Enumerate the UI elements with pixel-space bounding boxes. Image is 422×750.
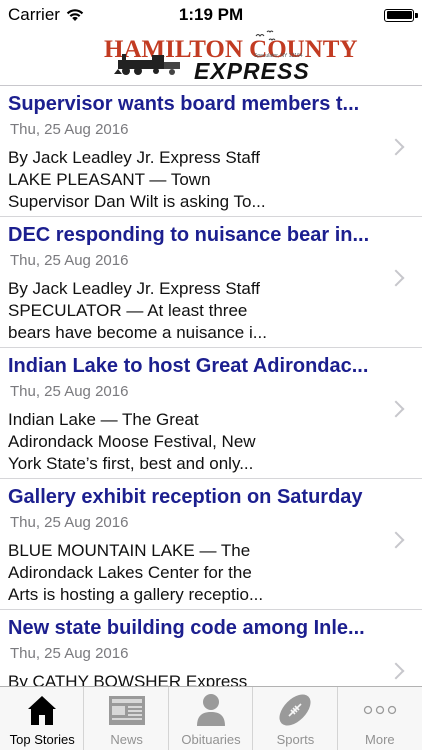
tab-label: Sports (276, 732, 315, 747)
more-dots-icon (360, 692, 400, 728)
article-title: Gallery exhibit reception on Saturday (8, 486, 363, 508)
tab-bar: Top Stories News Obituaries Sports More (0, 686, 422, 750)
summary-line: By CATHY BOWSHER Express (8, 672, 248, 686)
article-title: New state building code among Inle... (8, 617, 365, 639)
hamilton-county-express-logo: HAMILTON COUNTY EXPRESS Speculator, NY 1… (104, 30, 358, 84)
tab-label: Obituaries (181, 732, 241, 747)
tab-news[interactable]: News (84, 687, 169, 750)
tab-sports[interactable]: Sports (253, 687, 338, 750)
tab-label: Top Stories (9, 732, 75, 747)
article-row[interactable]: New state building code among Inle... Th… (0, 610, 422, 686)
train-icon (114, 53, 180, 75)
newspaper-icon (107, 692, 147, 728)
logo-title-bottom: EXPRESS (194, 57, 310, 84)
article-title: Supervisor wants board members t... (8, 93, 360, 115)
article-date: Thu, 25 Aug 2016 (10, 514, 129, 531)
article-row[interactable]: Indian Lake to host Great Adirondac... T… (0, 348, 422, 479)
person-icon (191, 692, 231, 728)
article-row[interactable]: DEC responding to nuisance bear in... Th… (0, 217, 422, 348)
summary-line: York State’s first, best and only... (8, 454, 254, 473)
nav-header: HAMILTON COUNTY EXPRESS Speculator, NY 1… (0, 30, 422, 86)
battery-full-icon (384, 8, 418, 22)
article-summary: Indian Lake — The Great Adirondack Moose… (8, 409, 318, 475)
tab-obituaries[interactable]: Obituaries (169, 687, 254, 750)
logo-subtitle: Speculator, NY 12164 (254, 52, 303, 59)
summary-line: Adirondack Lakes Center for the (8, 563, 252, 582)
summary-line: Adirondack Moose Festival, New (8, 432, 256, 451)
article-title: DEC responding to nuisance bear in... (8, 224, 370, 246)
summary-line: By Jack Leadley Jr. Express Staff (8, 279, 260, 298)
article-summary: BLUE MOUNTAIN LAKE — The Adirondack Lake… (8, 540, 318, 606)
article-list[interactable]: Supervisor wants board members t... Thu,… (0, 86, 422, 686)
summary-line: By Jack Leadley Jr. Express Staff (8, 148, 260, 167)
chevron-right-icon (387, 269, 405, 287)
summary-line: SPECULATOR — At least three (8, 301, 248, 320)
summary-line: bears have become a nuisance i... (8, 323, 267, 342)
article-row[interactable]: Supervisor wants board members t... Thu,… (0, 86, 422, 217)
article-summary: By Jack Leadley Jr. Express Staff LAKE P… (8, 147, 318, 213)
chevron-right-icon (387, 138, 405, 156)
summary-line: Indian Lake — The Great (8, 410, 199, 429)
article-date: Thu, 25 Aug 2016 (10, 383, 129, 400)
football-icon (275, 692, 315, 728)
chevron-right-icon (387, 400, 405, 418)
summary-line: BLUE MOUNTAIN LAKE — The (8, 541, 251, 560)
article-summary: By Jack Leadley Jr. Express Staff SPECUL… (8, 278, 318, 344)
status-time: 1:19 PM (178, 5, 244, 24)
article-title: Indian Lake to host Great Adirondac... (8, 355, 369, 377)
chevron-right-icon (387, 662, 405, 680)
article-date: Thu, 25 Aug 2016 (10, 252, 129, 269)
summary-line: Arts is hosting a gallery receptio... (8, 585, 264, 604)
house-icon (22, 692, 62, 728)
article-row[interactable]: Gallery exhibit reception on Saturday Th… (0, 479, 422, 610)
summary-line: LAKE PLEASANT — Town (8, 170, 211, 189)
summary-line: Supervisor Dan Wilt is asking To... (8, 192, 266, 211)
battery-level-fill (386, 11, 412, 19)
article-summary: By CATHY BOWSHER Express (8, 671, 318, 686)
article-date: Thu, 25 Aug 2016 (10, 645, 129, 662)
tab-label: News (110, 732, 143, 747)
tab-more[interactable]: More (338, 687, 422, 750)
chevron-right-icon (387, 531, 405, 549)
status-bar: Carrier 1:19 PM (0, 0, 422, 30)
article-date: Thu, 25 Aug 2016 (10, 121, 129, 138)
birds-icon (255, 30, 276, 41)
tab-top-stories[interactable]: Top Stories (0, 687, 85, 750)
tab-label: More (365, 732, 395, 747)
